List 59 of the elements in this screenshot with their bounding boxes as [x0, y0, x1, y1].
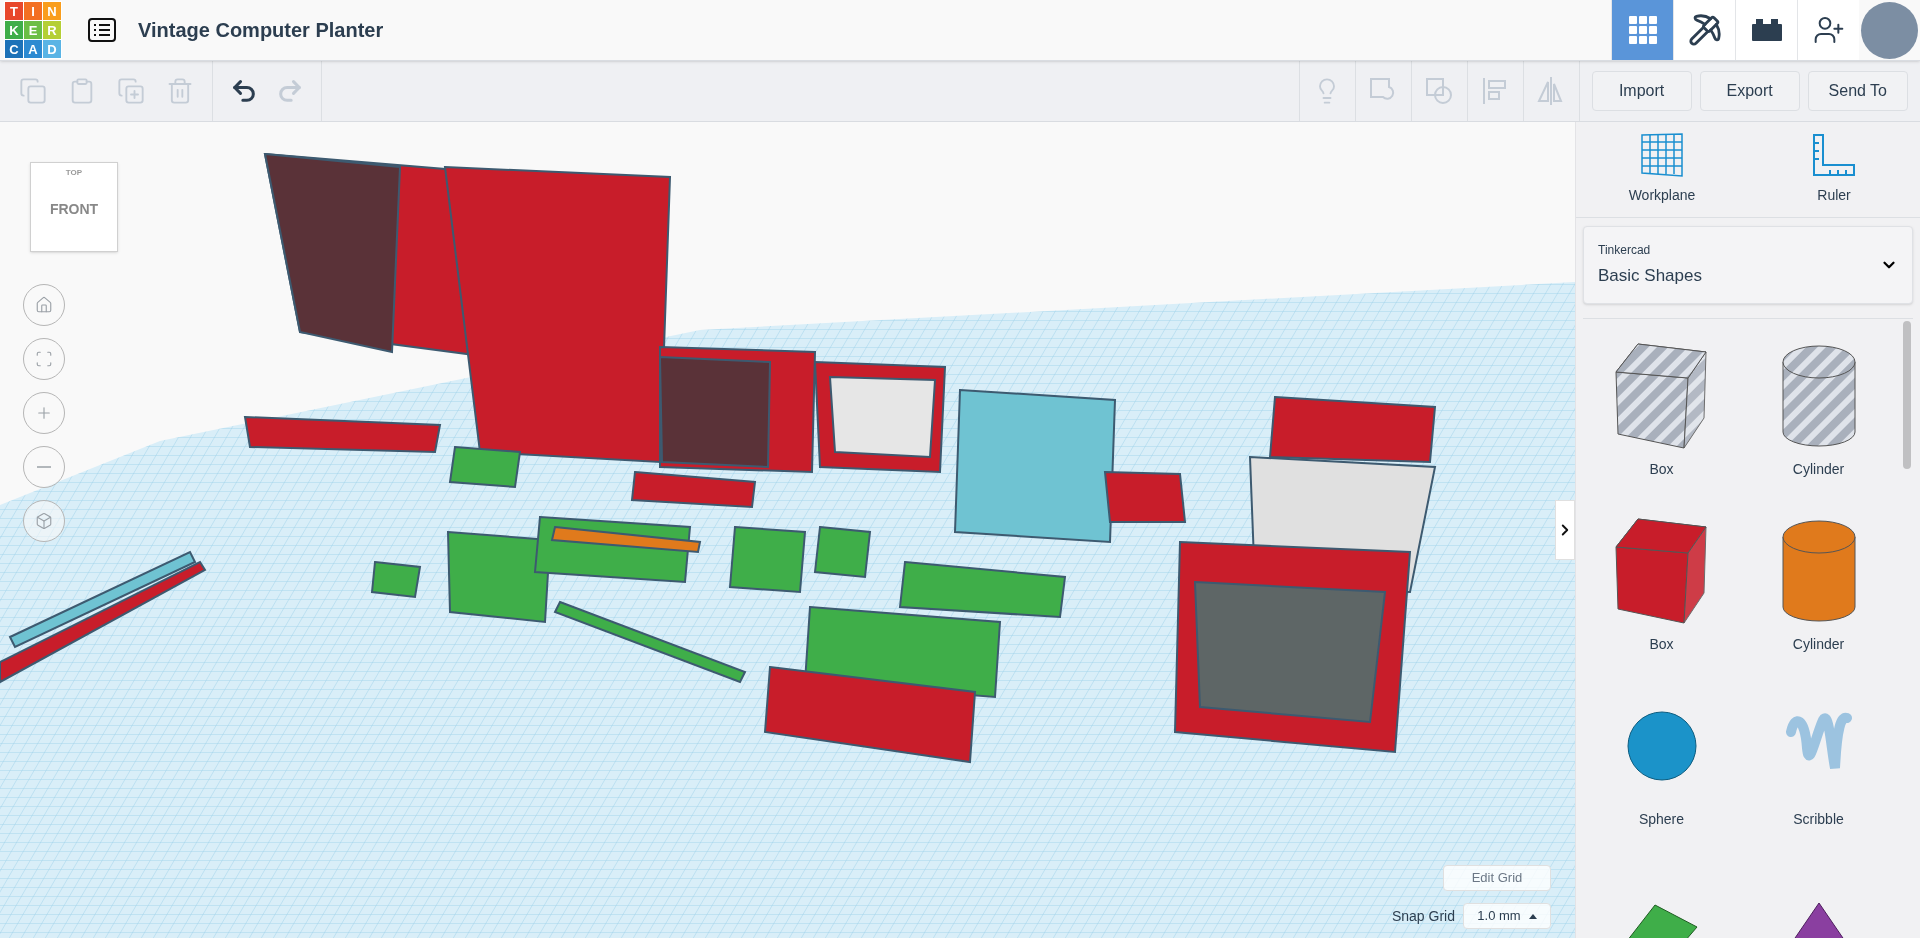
copy-icon — [18, 77, 47, 105]
library-value: Basic Shapes — [1598, 265, 1702, 288]
ruler-icon — [1812, 133, 1856, 177]
view-control-button[interactable] — [23, 338, 65, 380]
logo-letter: D — [43, 40, 61, 58]
logo-letter: K — [5, 21, 23, 39]
list-icon — [88, 18, 116, 42]
nav-button[interactable] — [1735, 0, 1797, 60]
logo-letter: A — [24, 40, 42, 58]
fit-view-icon — [35, 350, 53, 368]
cube-face-label: FRONT — [49, 200, 99, 219]
edit-grid-button[interactable]: Edit Grid — [1443, 865, 1551, 891]
toolbar-action-button[interactable]: Import — [1591, 71, 1692, 111]
logo-letter: T — [5, 2, 23, 20]
duplicate-icon — [116, 77, 145, 105]
library-label: Tinkercad — [1598, 242, 1652, 260]
toolbar-action-button[interactable]: Send To — [1807, 71, 1908, 111]
shape-item[interactable]: Cylinder — [1740, 494, 1897, 669]
logo[interactable]: T I N K E R C A D — [4, 1, 62, 59]
cube-icon — [35, 512, 53, 530]
logo-letter: N — [43, 2, 61, 20]
nav-button[interactable] — [1797, 0, 1859, 60]
view-control-button[interactable] — [23, 500, 65, 542]
toolbar-action-button[interactable]: Export — [1699, 71, 1800, 111]
workplane-viewport[interactable]: TOP FRONT Edit Grid Snap Grid 1.0 mm — [0, 122, 1575, 938]
pickaxe-icon — [1687, 13, 1722, 47]
snap-grid-select[interactable]: 1.0 mm — [1463, 903, 1551, 929]
scrollbar[interactable] — [1903, 321, 1911, 469]
brick-icon — [1751, 19, 1782, 41]
logo-letter: C — [5, 40, 23, 58]
cube-face-label: TOP — [65, 167, 83, 179]
panel-tool-button[interactable]: Workplane — [1576, 122, 1748, 217]
view-control-button[interactable] — [23, 392, 65, 434]
shape-item[interactable]: Cylinder — [1740, 319, 1897, 494]
view-control-button[interactable] — [23, 284, 65, 326]
workplane-icon — [1641, 133, 1683, 177]
user-add-icon — [1812, 14, 1845, 46]
grid-icon — [1627, 15, 1658, 45]
redo-icon — [276, 77, 304, 105]
undo-icon — [230, 77, 258, 105]
shape-item[interactable]: Sphere — [1583, 669, 1740, 844]
zoom-in-icon — [35, 404, 53, 422]
snap-grid-label: Snap Grid — [1391, 906, 1455, 926]
view-control-button[interactable] — [23, 446, 65, 488]
library-select[interactable]: Tinkercad Basic Shapes — [1583, 226, 1913, 304]
logo-letter: I — [24, 2, 42, 20]
view-cube[interactable]: TOP FRONT — [30, 162, 118, 252]
panel-tool-button[interactable]: Ruler — [1748, 122, 1920, 217]
home-icon — [35, 296, 53, 314]
shape-item[interactable]: Box — [1583, 319, 1740, 494]
logo-letter: E — [24, 21, 42, 39]
shape-item[interactable]: Box — [1583, 494, 1740, 669]
ungroup-icon — [1424, 76, 1455, 106]
nav-button[interactable] — [1673, 0, 1735, 60]
panel-toggle-button[interactable] — [1555, 500, 1575, 560]
logo-letter: R — [43, 21, 61, 39]
shape-item[interactable]: Scribble — [1740, 669, 1897, 844]
caret-up-icon — [1528, 913, 1537, 919]
design-title[interactable]: Vintage Computer Planter — [138, 15, 384, 45]
